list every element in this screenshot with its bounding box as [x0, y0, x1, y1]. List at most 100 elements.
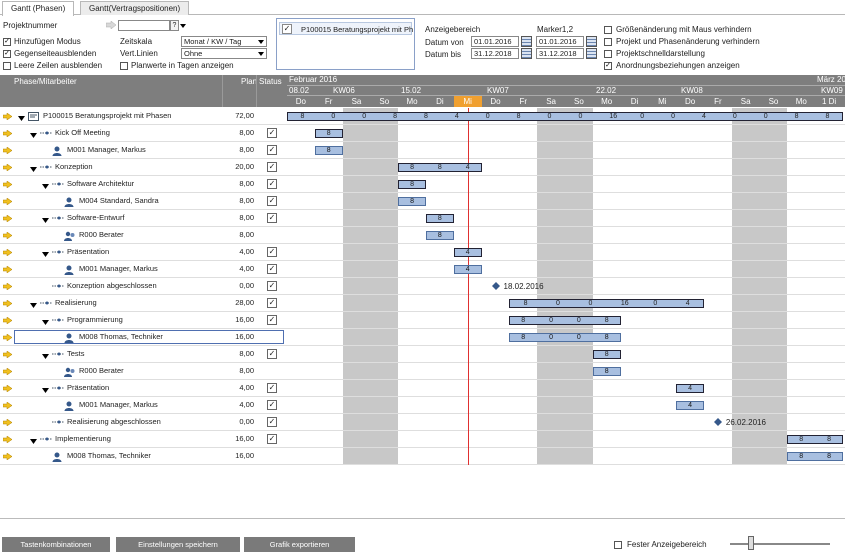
arrow-right-icon[interactable]: [2, 452, 13, 461]
table-row[interactable]: M001 Manager, Markus 8,00 ✓: [0, 142, 845, 159]
table-row[interactable]: M008 Thomas, Techniker 16,00: [0, 448, 845, 465]
status-checkbox[interactable]: ✓: [267, 298, 277, 308]
status-checkbox[interactable]: ✓: [267, 434, 277, 444]
col-plan-header[interactable]: Plan: [241, 77, 257, 86]
task-bar[interactable]: 88: [787, 452, 843, 461]
opt4-checkbox[interactable]: ✓: [604, 62, 612, 70]
status-checkbox[interactable]: ✓: [267, 400, 277, 410]
arrow-right-icon[interactable]: [2, 333, 13, 342]
summary-bar[interactable]: 8: [314, 129, 343, 138]
arrow-right-icon[interactable]: [2, 146, 13, 155]
arrow-right-icon[interactable]: [2, 401, 13, 410]
calendar-icon[interactable]: [521, 48, 532, 59]
summary-bar[interactable]: 88: [787, 435, 843, 444]
row-plan[interactable]: 4,00: [224, 380, 254, 396]
status-checkbox[interactable]: ✓: [267, 213, 277, 223]
dropdown-arrow-icon[interactable]: [179, 20, 187, 31]
task-bar[interactable]: 4: [453, 265, 482, 274]
row-plan[interactable]: 28,00: [224, 295, 254, 311]
row-plan[interactable]: 8,00: [224, 193, 254, 209]
planwerte-checkbox[interactable]: [120, 62, 128, 70]
status-checkbox[interactable]: ✓: [267, 417, 277, 427]
vertlinien-select[interactable]: Ohne: [181, 48, 267, 59]
arrow-right-icon[interactable]: [2, 418, 13, 427]
status-checkbox[interactable]: ✓: [267, 383, 277, 393]
arrow-right-icon[interactable]: [2, 435, 13, 444]
summary-bar[interactable]: 8 8 4: [398, 163, 482, 172]
calendar-icon[interactable]: [586, 48, 597, 59]
status-checkbox[interactable]: ✓: [267, 145, 277, 155]
project-list-item[interactable]: ✓ P100015 Beratungsprojekt mit Ph: [279, 22, 413, 35]
row-plan[interactable]: 8,00: [224, 125, 254, 141]
row-plan[interactable]: 72,00: [224, 108, 254, 124]
grafik-exportieren-button[interactable]: Grafik exportieren: [244, 537, 355, 552]
table-row[interactable]: Software-Entwurf 8,00 ✓: [0, 210, 845, 227]
table-row[interactable]: Tests 8,00 ✓: [0, 346, 845, 363]
collapse-icon[interactable]: [42, 352, 49, 361]
table-row[interactable]: R000 Berater 8,00: [0, 227, 845, 244]
table-row[interactable]: R000 Berater 8,00: [0, 363, 845, 380]
task-bar[interactable]: 8: [398, 197, 426, 206]
row-plan[interactable]: 16,00: [224, 431, 254, 447]
row-plan[interactable]: 0,00: [224, 278, 254, 294]
arrow-right-icon[interactable]: [2, 112, 13, 121]
project-list-checkbox[interactable]: ✓: [282, 24, 292, 34]
row-plan[interactable]: 8,00: [224, 142, 254, 158]
row-plan[interactable]: 16,00: [224, 312, 254, 328]
leere-zeilen-checkbox[interactable]: [3, 62, 11, 70]
zeitskala-select[interactable]: Monat / KW / Tag: [181, 36, 267, 47]
project-list[interactable]: ✓ P100015 Beratungsprojekt mit Ph: [276, 18, 415, 70]
col-status-header[interactable]: Status: [259, 77, 282, 86]
summary-bar[interactable]: 8 0 0 16 0 4: [509, 299, 704, 308]
status-checkbox[interactable]: ✓: [267, 349, 277, 359]
arrow-right-icon[interactable]: [2, 367, 13, 376]
status-checkbox[interactable]: ✓: [267, 196, 277, 206]
row-plan[interactable]: 20,00: [224, 159, 254, 175]
arrow-right-icon[interactable]: [2, 180, 13, 189]
collapse-icon[interactable]: [18, 114, 25, 123]
help-icon[interactable]: ?: [170, 20, 179, 31]
opt3-checkbox[interactable]: [604, 50, 612, 58]
summary-bar[interactable]: 4: [453, 248, 482, 257]
gegenseite-checkbox[interactable]: ✓: [3, 50, 11, 58]
projektnummer-input[interactable]: [118, 20, 170, 31]
tab-gantt-vertragspositionen[interactable]: Gantt(Vertragspositionen): [80, 1, 190, 15]
collapse-icon[interactable]: [42, 386, 49, 395]
arrow-right-icon[interactable]: [2, 214, 13, 223]
table-row[interactable]: Programmierung 16,00 ✓: [0, 312, 845, 329]
table-row[interactable]: Implementierung 16,00 ✓: [0, 431, 845, 448]
collapse-icon[interactable]: [42, 250, 49, 259]
summary-bar[interactable]: 8: [426, 214, 454, 223]
collapse-icon[interactable]: [30, 165, 37, 174]
calendar-icon[interactable]: [521, 36, 532, 47]
arrow-right-icon[interactable]: [2, 384, 13, 393]
opt2-checkbox[interactable]: [604, 38, 612, 46]
milestone-diamond[interactable]: [713, 418, 722, 428]
status-checkbox[interactable]: ✓: [267, 128, 277, 138]
status-checkbox[interactable]: ✓: [267, 162, 277, 172]
table-row[interactable]: Präsentation 4,00 ✓: [0, 380, 845, 397]
fester-anzeigebereich-checkbox[interactable]: [614, 541, 622, 549]
status-checkbox[interactable]: ✓: [267, 247, 277, 257]
row-plan[interactable]: 8,00: [224, 363, 254, 379]
row-plan[interactable]: 4,00: [224, 397, 254, 413]
col-phase-header[interactable]: Phase/Mitarbeiter: [14, 77, 77, 86]
row-plan[interactable]: 8,00: [224, 346, 254, 362]
milestone-diamond[interactable]: [491, 282, 500, 292]
collapse-icon[interactable]: [30, 301, 37, 310]
collapse-icon[interactable]: [42, 216, 49, 225]
zoom-slider-handle[interactable]: [748, 536, 754, 550]
table-row[interactable]: M001 Manager, Markus 4,00 ✓: [0, 397, 845, 414]
table-row[interactable]: Konzeption abgeschlossen 0,00 ✓: [0, 278, 845, 295]
task-bar[interactable]: 4: [676, 401, 704, 410]
collapse-icon[interactable]: [30, 131, 37, 140]
collapse-icon[interactable]: [30, 437, 37, 446]
marker2-input[interactable]: 31.12.2018: [536, 48, 584, 59]
summary-bar[interactable]: 8 0 0 8 8 4 0 8 0 0 16 0 0 4 0 0 8 8: [287, 112, 843, 121]
row-plan[interactable]: 4,00: [224, 261, 254, 277]
table-row[interactable]: M008 Thomas, Techniker 16,00: [0, 329, 845, 346]
status-checkbox[interactable]: ✓: [267, 281, 277, 291]
table-row[interactable]: Präsentation 4,00 ✓: [0, 244, 845, 261]
arrow-right-icon[interactable]: [2, 265, 13, 274]
arrow-right-icon[interactable]: [2, 299, 13, 308]
